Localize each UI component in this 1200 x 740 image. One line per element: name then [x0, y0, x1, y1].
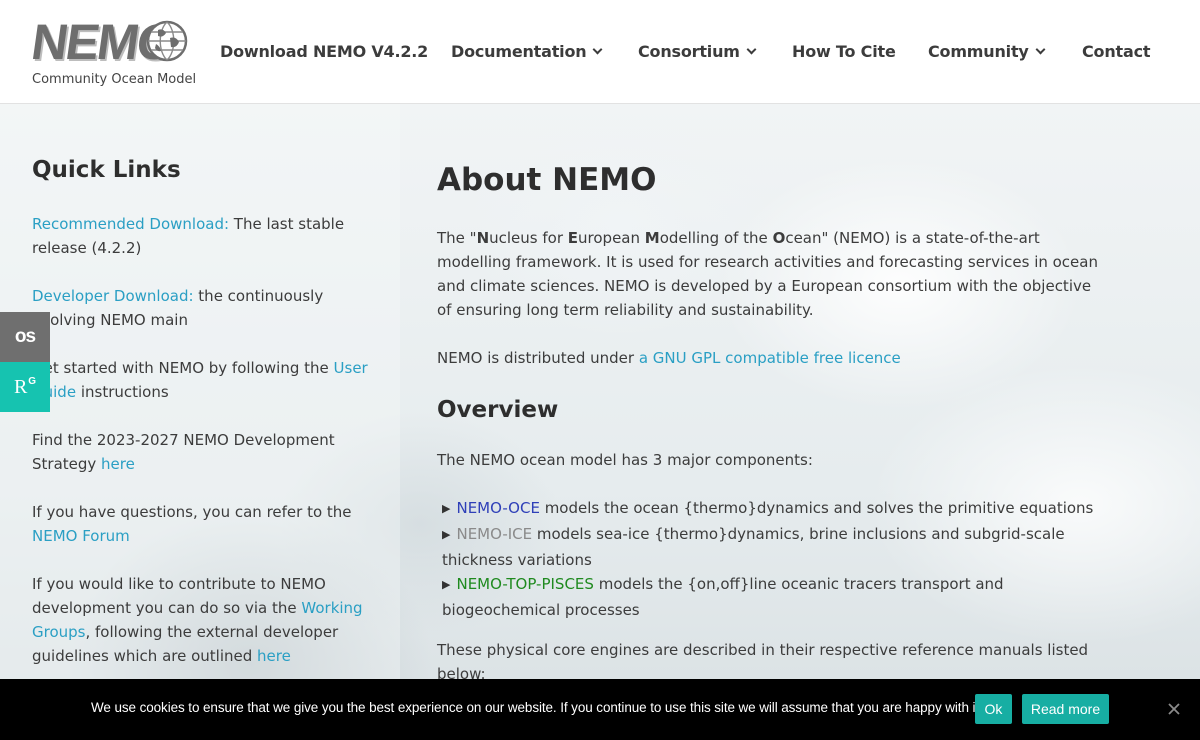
chevron-down-icon — [592, 44, 603, 55]
strategy-here-link[interactable]: here — [101, 455, 135, 473]
component-desc: models the ocean {thermo}dynamics and so… — [539, 499, 1094, 517]
quick-link-item: Recommended Download: The last stable re… — [32, 212, 372, 260]
cookie-read-more-button[interactable]: Read more — [1022, 694, 1109, 724]
triangle-bullet-icon: ▶ — [442, 578, 451, 591]
quick-link-text: Find the 2023-2027 NEMO Development Stra… — [32, 431, 335, 473]
nav-label: Community — [928, 42, 1029, 61]
quick-link-item: If you have questions, you can refer to … — [32, 500, 372, 548]
list-item: ▶ NEMO-TOP-PISCES models the {on,off}line… — [437, 572, 1107, 622]
nav-consortium[interactable]: Consortium — [638, 40, 757, 64]
about-bold-letter: M — [644, 229, 660, 247]
quick-link-text: If you have questions, you can refer to … — [32, 503, 352, 521]
chevron-down-icon — [746, 44, 757, 55]
quick-link-item: If you would like to contribute to NEMO … — [32, 572, 372, 668]
os-label: OS — [14, 326, 36, 347]
about-text: The " — [437, 229, 477, 247]
openscience-badge[interactable]: OS — [0, 312, 50, 362]
overview-intro: The NEMO ocean model has 3 major compone… — [437, 451, 813, 469]
nav-label: Documentation — [451, 42, 587, 61]
about-text: uropean — [578, 229, 645, 247]
guidelines-here-link[interactable]: here — [257, 647, 291, 665]
about-bold-letter: N — [476, 229, 490, 247]
main-content: About NEMO The "Nucleus for European Mod… — [437, 158, 1107, 710]
cookie-banner: We use cookies to ensure that we give yo… — [0, 679, 1200, 740]
quick-link-text: If you would like to contribute to NEMO … — [32, 575, 326, 617]
nav-label: How To Cite — [792, 42, 896, 61]
main-nav: Download NEMO V4.2.2 Documentation Conso… — [0, 0, 1200, 104]
quick-link-item: Get started with NEMO by following the U… — [32, 356, 372, 404]
chevron-down-icon — [1035, 44, 1046, 55]
overview-title: Overview — [437, 397, 559, 423]
quick-link-text: instructions — [76, 383, 169, 401]
recommended-download-link[interactable]: Recommended Download: — [32, 215, 229, 233]
about-bold-letter: E — [567, 229, 579, 247]
researchgate-badge[interactable]: RG — [0, 362, 50, 412]
nav-label: Consortium — [638, 42, 740, 61]
nav-contact[interactable]: Contact — [1082, 40, 1151, 64]
components-list: ▶ NEMO-OCE models the ocean {thermo}dynam… — [437, 496, 1107, 622]
licence-link[interactable]: a GNU GPL compatible free licence — [639, 349, 901, 367]
list-item: ▶ NEMO-ICE models sea-ice {thermo}dynamic… — [437, 522, 1107, 572]
about-paragraph: The "Nucleus for European Modelling of t… — [437, 226, 1107, 322]
developer-download-link[interactable]: Developer Download: — [32, 287, 194, 305]
quick-link-text: Get started with NEMO by following the — [32, 359, 334, 377]
quick-links-sidebar: Quick Links Recommended Download: The la… — [32, 154, 372, 692]
about-bold-letter: O — [772, 229, 786, 247]
triangle-bullet-icon: ▶ — [442, 528, 451, 541]
about-text: odelling of the — [659, 229, 773, 247]
nav-label: Download NEMO V4.2.2 — [220, 42, 429, 61]
page-title: About NEMO — [437, 162, 657, 198]
cookie-ok-button[interactable]: Ok — [975, 694, 1012, 724]
quick-link-item: Find the 2023-2027 NEMO Development Stra… — [32, 428, 372, 476]
component-desc: models sea-ice {thermo}dynamics, brine i… — [442, 525, 1065, 569]
nav-label: Contact — [1082, 42, 1151, 61]
cookie-message: We use cookies to ensure that we give yo… — [91, 700, 983, 715]
triangle-bullet-icon: ▶ — [442, 502, 451, 515]
nav-download[interactable]: Download NEMO V4.2.2 — [220, 40, 428, 64]
nemo-ice-link[interactable]: NEMO-ICE — [456, 525, 532, 543]
quick-links-title: Quick Links — [32, 157, 181, 183]
nemo-top-pisces-link[interactable]: NEMO-TOP-PISCES — [456, 575, 593, 593]
nav-community[interactable]: Community — [928, 40, 1046, 64]
about-text: ucleus for — [489, 229, 568, 247]
licence-paragraph: NEMO is distributed under a GNU GPL comp… — [437, 346, 1107, 370]
close-icon[interactable] — [1166, 701, 1182, 717]
licence-text: NEMO is distributed under — [437, 349, 639, 367]
quick-link-item: Developer Download: the continuously evo… — [32, 284, 372, 332]
list-item: ▶ NEMO-OCE models the ocean {thermo}dynam… — [437, 496, 1107, 522]
site-header: NEMO Community Ocean Model Download NEMO… — [0, 0, 1200, 104]
nav-documentation[interactable]: Documentation — [451, 40, 603, 64]
nav-how-to-cite[interactable]: How To Cite — [792, 40, 896, 64]
rg-sup: G — [28, 375, 37, 387]
nemo-forum-link[interactable]: NEMO Forum — [32, 527, 130, 545]
rg-label: R — [13, 375, 28, 398]
nemo-oce-link[interactable]: NEMO-OCE — [456, 499, 539, 517]
